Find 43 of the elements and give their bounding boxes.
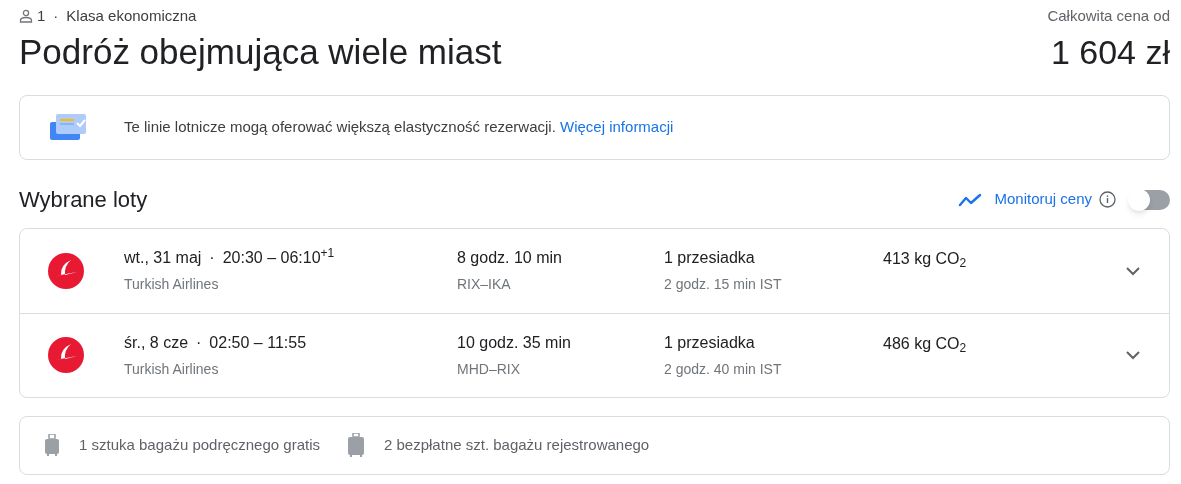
trip-title: Podróż obejmująca wiele miast bbox=[19, 30, 502, 73]
carry-on-bag-icon bbox=[45, 434, 59, 456]
separator-dot: · bbox=[53, 6, 59, 26]
stops-count: 1 przesiadka bbox=[664, 332, 756, 353]
section-title: Wybrane loty bbox=[19, 186, 148, 214]
flight-row[interactable]: wt., 31 maj · 20:30 – 06:10$^{+1}$ Turkish Airlines 8 godz. 10 min RIX–IKA 1 przesiadka 2 godz. 15 min IST 413 kg CO$_{2}$ bbox=[20, 228, 1169, 313]
airline-name: Turkish Airlines bbox=[124, 359, 220, 379]
airline-name: Turkish Airlines bbox=[124, 275, 220, 294]
track-prices-button[interactable]: Monitoruj ceny bbox=[958, 188, 1092, 211]
flight-date: śr., 8 cze bbox=[124, 332, 189, 353]
flexibility-notice: Te linie lotnicze mogą oferować większą elastyczność rezerwacji. Więcej informacji bbox=[124, 116, 674, 137]
passenger-count: 1 bbox=[37, 6, 46, 26]
flight-route: MHD–RIX bbox=[457, 359, 521, 379]
chevron-down-icon[interactable] bbox=[1125, 265, 1141, 276]
more-info-link[interactable]: Więcej informacji bbox=[560, 117, 674, 135]
flight-times: 20:30 – 06:10$^{+1}$ bbox=[222, 246, 335, 268]
person-icon bbox=[19, 9, 33, 24]
price-label: Całkowita cena od bbox=[1047, 6, 1170, 26]
flight-row[interactable]: śr., 8 cze · 02:50 – 11:55 Turkish Airlines 10 godz. 35 min MHD–RIX 1 przesiadka 2 godz. 40 min IST 486 kg CO$_{2}$ bbox=[20, 312, 1169, 397]
trend-line-icon bbox=[958, 192, 983, 207]
booking-cards-icon bbox=[48, 112, 88, 142]
chevron-down-icon[interactable] bbox=[1125, 350, 1141, 360]
separator-dot: · bbox=[209, 248, 215, 268]
separator-dot: · bbox=[196, 332, 202, 353]
flight-duration: 8 godz. 10 min bbox=[457, 248, 563, 268]
co2-emissions: 486 kg CO$_{2}$ bbox=[883, 333, 968, 356]
stops-count: 1 przesiadka bbox=[664, 248, 756, 268]
baggage-allowance: 2 bezpłatne szt. bagażu rejestrowanego bbox=[384, 434, 650, 455]
flight-duration: 10 godz. 35 min bbox=[457, 332, 572, 353]
flight-date: wt., 31 maj bbox=[124, 248, 202, 268]
layover-info: 2 godz. 15 min IST bbox=[664, 275, 783, 294]
total-price: 1 604 zł bbox=[1050, 31, 1170, 73]
layover-info: 2 godz. 40 min IST bbox=[664, 359, 783, 379]
price-tracking-switch[interactable] bbox=[1130, 189, 1170, 210]
airline-logo-icon bbox=[47, 336, 85, 374]
co2-emissions: 413 kg CO$_{2}$ bbox=[883, 248, 968, 271]
airline-logo-icon bbox=[47, 251, 85, 290]
cabin-class: Klasa ekonomiczna bbox=[66, 6, 197, 26]
baggage-allowance: 1 sztuka bagażu podręcznego gratis bbox=[79, 434, 320, 455]
info-icon[interactable] bbox=[1099, 191, 1116, 208]
suitcase-icon bbox=[348, 433, 364, 457]
flight-times: 02:50 – 11:55 bbox=[209, 332, 307, 353]
flight-route: RIX–IKA bbox=[457, 275, 512, 294]
